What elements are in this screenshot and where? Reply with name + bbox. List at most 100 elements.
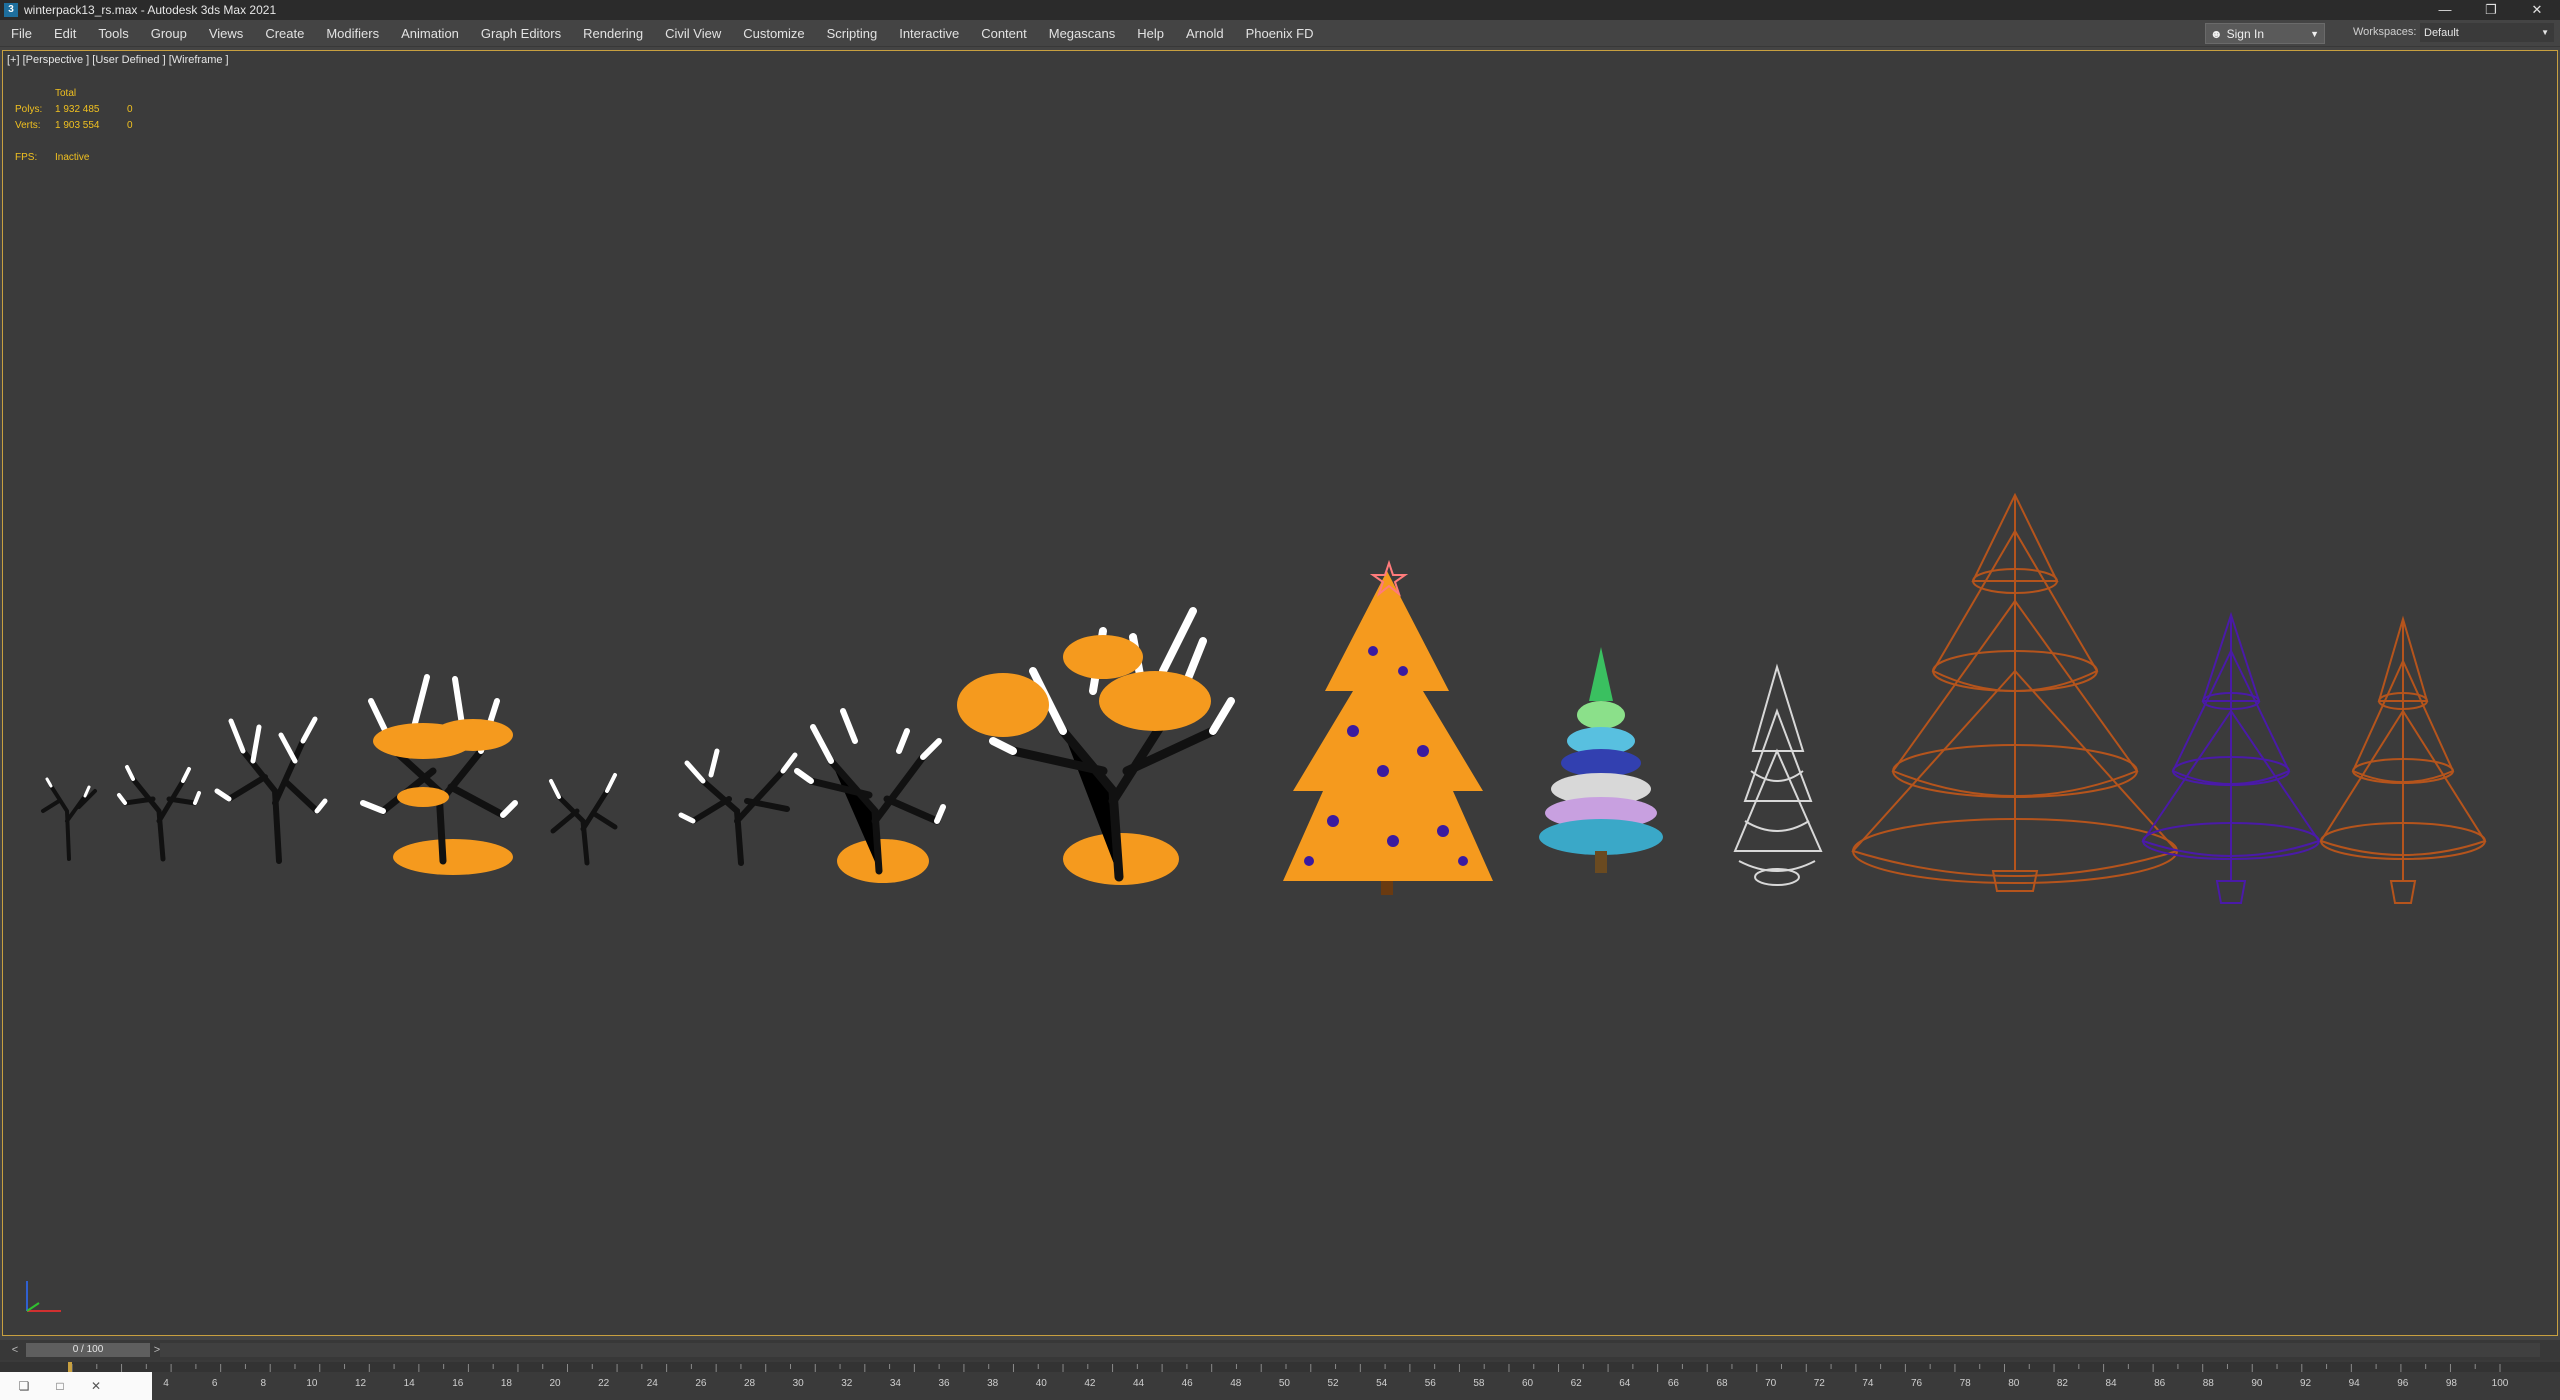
menu-create[interactable]: Create: [254, 26, 315, 41]
bare-tree-small-2[interactable]: [117, 765, 201, 862]
ruler-tick-label: 18: [501, 1378, 513, 1389]
restore-button[interactable]: ❐: [2468, 0, 2514, 20]
ruler-tick-label: 72: [1814, 1378, 1826, 1389]
minimize-button[interactable]: —: [2422, 0, 2468, 20]
ruler-tick-label: 4: [163, 1378, 169, 1389]
ruler-tick-label: 96: [2397, 1378, 2409, 1389]
menu-help[interactable]: Help: [1126, 26, 1175, 41]
ruler-tick-label: 92: [2300, 1378, 2312, 1389]
ruler-tick-label: 66: [1668, 1378, 1680, 1389]
ruler-tick-label: 14: [404, 1378, 416, 1389]
chevron-down-icon: ▼: [2310, 28, 2319, 39]
close-button[interactable]: ✕: [2514, 0, 2560, 20]
ruler-tick-label: 50: [1279, 1378, 1291, 1389]
workspaces-value: Default: [2424, 26, 2459, 39]
menu-tools[interactable]: Tools: [87, 26, 139, 41]
menu-content[interactable]: Content: [970, 26, 1038, 41]
ruler-tick-label: 36: [938, 1378, 950, 1389]
ruler-tick-label: 44: [1133, 1378, 1145, 1389]
cartoon-tree-rust-large[interactable]: [1851, 492, 2179, 892]
ruler-tick-label: 48: [1230, 1378, 1242, 1389]
ruler-tick-label: 24: [647, 1378, 659, 1389]
chevron-down-icon: ▼: [2541, 28, 2549, 37]
snow-tree-orange-2[interactable]: [794, 707, 946, 883]
ruler-tick-label: 6: [212, 1378, 218, 1389]
current-frame-marker: [68, 1362, 72, 1372]
time-slider[interactable]: < 0 / 100 >: [0, 1340, 2560, 1360]
menu-customize[interactable]: Customize: [732, 26, 815, 41]
ruler-tick-label: 46: [1182, 1378, 1194, 1389]
restore-icon[interactable]: ❏: [12, 1379, 36, 1393]
window-controls: — ❐ ✕: [2422, 0, 2560, 20]
ruler-tick-label: 62: [1571, 1378, 1583, 1389]
ruler-tick-label: 80: [2008, 1378, 2020, 1389]
ruler-background: [0, 1362, 2560, 1372]
ruler-tick-label: 28: [744, 1378, 756, 1389]
ruler-tick-label: 54: [1376, 1378, 1388, 1389]
workspaces-label: Workspaces:: [2353, 26, 2417, 38]
menu-phoenix-fd[interactable]: Phoenix FD: [1235, 26, 1325, 41]
ruler-tick-label: 34: [890, 1378, 902, 1389]
ruler-tick-label: 84: [2105, 1378, 2117, 1389]
menu-rendering[interactable]: Rendering: [572, 26, 654, 41]
christmas-tree-orange[interactable]: [1283, 559, 1493, 895]
perspective-viewport[interactable]: [+] [Perspective ] [User Defined ] [Wire…: [2, 50, 2558, 1336]
christmas-tree-colorful[interactable]: [1539, 647, 1663, 873]
ruler-tick-label: 8: [260, 1378, 266, 1389]
snow-tree-orange-1[interactable]: [360, 674, 518, 875]
time-slider-thumb[interactable]: 0 / 100: [26, 1343, 150, 1357]
prev-frame-button[interactable]: <: [8, 1343, 22, 1357]
menu-edit[interactable]: Edit: [43, 26, 87, 41]
ruler-tick-label: 30: [793, 1378, 805, 1389]
maximize-icon[interactable]: □: [48, 1379, 72, 1393]
menu-file[interactable]: File: [0, 26, 43, 41]
scene-objects[interactable]: [3, 51, 2557, 1335]
app-icon[interactable]: 3: [4, 3, 18, 17]
ruler-tick-label: 16: [452, 1378, 464, 1389]
menu-arnold[interactable]: Arnold: [1175, 26, 1235, 41]
ruler-tick-label: 38: [987, 1378, 999, 1389]
timeline-ruler[interactable]: 4 6 8 10 12 14 16 18 20 22 24 26 28 30 32 34 36 38 40 42 44 4…: [0, 1360, 2560, 1400]
menu-civil-view[interactable]: Civil View: [654, 26, 732, 41]
menu-views[interactable]: Views: [198, 26, 254, 41]
menu-bar: File Edit Tools Group Views Create Modif…: [0, 20, 2560, 47]
ruler-tick-label: 76: [1911, 1378, 1923, 1389]
ruler-tick-label: 10: [306, 1378, 318, 1389]
menu-scripting[interactable]: Scripting: [816, 26, 889, 41]
menu-group[interactable]: Group: [140, 26, 198, 41]
time-slider-track[interactable]: [160, 1343, 2540, 1357]
bare-tree-medium-1[interactable]: [214, 716, 328, 864]
ruler-tick-label: 68: [1716, 1378, 1728, 1389]
ruler-tick-label: 12: [355, 1378, 367, 1389]
menu-animation[interactable]: Animation: [390, 26, 470, 41]
ruler-tick-label: 32: [841, 1378, 853, 1389]
ruler-tick-label: 40: [1036, 1378, 1048, 1389]
ruler-tick-label: 26: [695, 1378, 707, 1389]
bare-tree-small-3[interactable]: [549, 773, 618, 866]
track-bar[interactable]: 4 6 8 10 12 14 16 18 20 22 24 26 28 30 32 34 36 38 40 42 44 4…: [0, 1360, 2560, 1400]
ruler-tick-label: 20: [549, 1378, 561, 1389]
bare-tree-small-1[interactable]: [41, 777, 97, 861]
menu-modifiers[interactable]: Modifiers: [315, 26, 390, 41]
close-icon[interactable]: ✕: [84, 1379, 108, 1393]
menu-interactive[interactable]: Interactive: [888, 26, 970, 41]
ruler-tick-label: 56: [1425, 1378, 1437, 1389]
axis-tripod-icon: [26, 1281, 61, 1312]
cartoon-tree-rust-small[interactable]: [2319, 615, 2487, 904]
christmas-tree-white-wire[interactable]: [1733, 663, 1823, 886]
ruler-tick-label: 74: [1862, 1378, 1874, 1389]
ruler-tick-label: 22: [598, 1378, 610, 1389]
ruler-tick-label: 82: [2057, 1378, 2069, 1389]
ruler-tick-label: 64: [1619, 1378, 1631, 1389]
sign-in-label: Sign In: [2226, 26, 2264, 41]
workspaces-dropdown[interactable]: Default ▼: [2420, 23, 2554, 42]
snow-tree-orange-large[interactable]: [957, 607, 1235, 885]
menu-megascans[interactable]: Megascans: [1038, 26, 1126, 41]
menu-graph-editors[interactable]: Graph Editors: [470, 26, 572, 41]
ruler-tick-label: 88: [2203, 1378, 2215, 1389]
ruler-tick-label: 90: [2251, 1378, 2263, 1389]
person-icon: ☻: [2210, 26, 2223, 41]
bare-tree-medium-2[interactable]: [678, 748, 798, 866]
ruler-tick-label: 52: [1327, 1378, 1339, 1389]
sign-in-button[interactable]: ☻ Sign In ▼: [2205, 23, 2325, 44]
